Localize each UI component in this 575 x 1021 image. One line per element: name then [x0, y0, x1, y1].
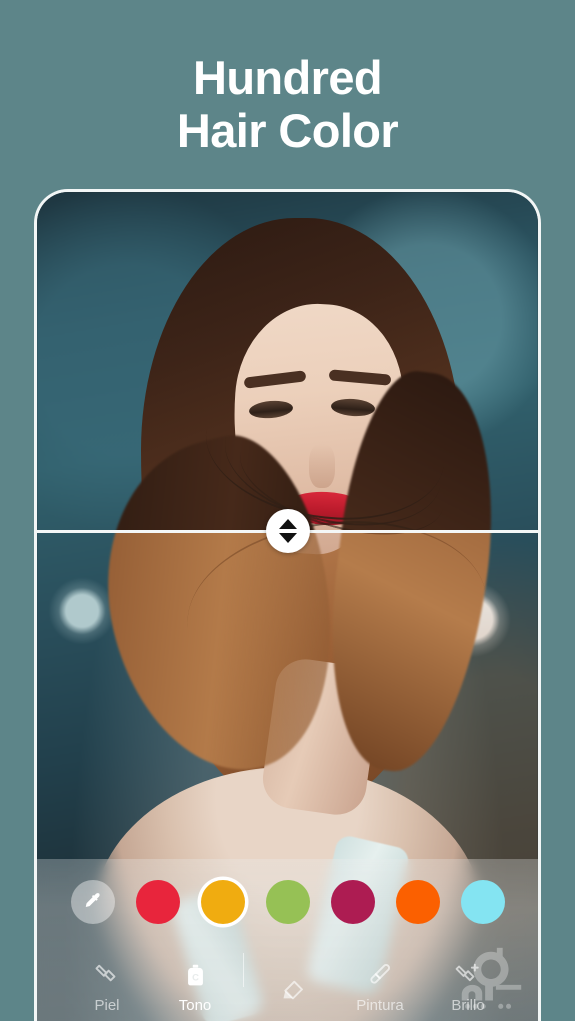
tool-divider: [243, 953, 244, 987]
before-after-drag-handle[interactable]: [265, 509, 310, 553]
color-swatch-amber[interactable]: [200, 880, 245, 924]
skin-brush-icon: [94, 959, 121, 989]
before-image-pane: [37, 192, 538, 530]
svg-text:C: C: [192, 973, 199, 984]
tool-pintura[interactable]: Pintura: [336, 959, 424, 1013]
app-screen: Piel C Tono Pintura: [37, 192, 538, 1021]
tool-label: Tono: [178, 997, 212, 1014]
phone-mockup: Piel C Tono Pintura: [34, 189, 541, 1021]
tool-label: Pintura: [356, 997, 404, 1014]
eraser-icon: [279, 974, 306, 1004]
cafe-bazaar-logo: [452, 943, 530, 1017]
hair-dye-bottle-icon: C: [182, 959, 209, 989]
editor-control-panel: Piel C Tono Pintura: [37, 859, 538, 1021]
portrait-dark-hair: [37, 192, 538, 530]
color-swatch-green[interactable]: [265, 880, 310, 924]
color-swatch-row: [37, 873, 538, 931]
page-title-line-2: Hair Color: [176, 103, 399, 157]
chevron-up-icon: [278, 519, 297, 529]
eyedropper-icon: [85, 893, 100, 907]
tool-label: Piel: [94, 997, 120, 1014]
tool-tono[interactable]: C Tono: [151, 959, 239, 1013]
tool-eraser[interactable]: [248, 974, 336, 1013]
paintbrush-icon: [367, 959, 394, 989]
color-swatch-magenta[interactable]: [330, 880, 375, 924]
color-swatch-cyan[interactable]: [460, 880, 505, 924]
color-swatch-orange[interactable]: [395, 880, 440, 924]
page-title: Hundred Hair Color: [0, 51, 575, 157]
page-title-line-1: Hundred: [192, 51, 383, 104]
color-swatch-red[interactable]: [135, 880, 180, 924]
tool-piel[interactable]: Piel: [63, 959, 151, 1013]
color-picker-button[interactable]: [70, 880, 115, 924]
chevron-down-icon: [278, 533, 297, 543]
